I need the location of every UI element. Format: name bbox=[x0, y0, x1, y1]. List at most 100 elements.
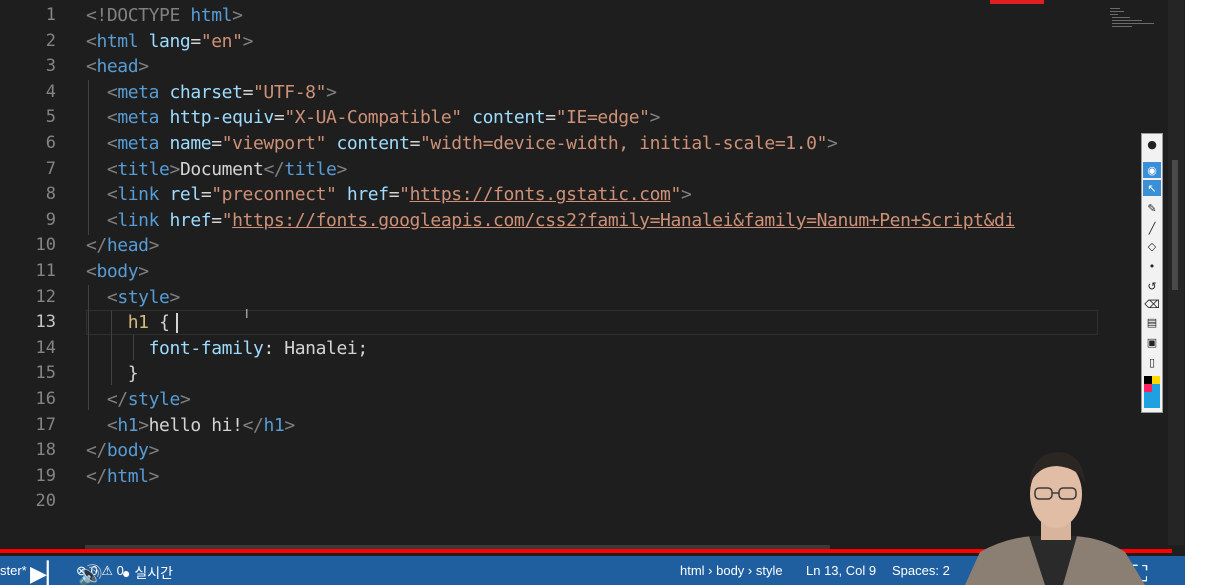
code-text: <title>Document</title> bbox=[86, 157, 347, 182]
color-swatch-blue[interactable] bbox=[1152, 384, 1160, 392]
code-token: > bbox=[169, 158, 181, 180]
code-token: > bbox=[242, 30, 254, 52]
code-line[interactable]: 11 <body> bbox=[0, 259, 1100, 284]
play-icon[interactable]: ▶▏ bbox=[30, 564, 64, 585]
code-text: <meta charset="UTF-8"> bbox=[86, 80, 337, 105]
trash-icon[interactable]: ⌫ bbox=[1143, 296, 1161, 312]
code-token: html bbox=[106, 465, 149, 487]
code-text: <h1>hello hi!</h1> bbox=[86, 413, 295, 438]
code-token: meta bbox=[117, 107, 160, 129]
code-text: </head> bbox=[86, 233, 159, 258]
code-line[interactable]: 17 <h1>hello hi!</h1> bbox=[0, 413, 1100, 438]
minimap-line bbox=[1112, 26, 1132, 27]
line-number: 14 bbox=[35, 337, 56, 358]
page-margin bbox=[1185, 0, 1215, 585]
code-line[interactable]: 2 <html lang="en"> bbox=[0, 29, 1100, 54]
code-token: < bbox=[86, 30, 97, 52]
code-text: <link href="https://fonts.googleapis.com… bbox=[86, 208, 1015, 233]
code-line[interactable]: 18 </body> bbox=[0, 438, 1100, 463]
code-token: } bbox=[86, 363, 139, 385]
minimap-line bbox=[1112, 23, 1154, 24]
code-token: = bbox=[190, 30, 201, 52]
minimap-line bbox=[1110, 8, 1120, 9]
scrollbar-thumb[interactable] bbox=[1172, 160, 1178, 290]
code-line[interactable]: 3 <head> bbox=[0, 54, 1100, 79]
code-token: href bbox=[336, 184, 389, 206]
code-line[interactable]: 9 <link href="https://fonts.googleapis.c… bbox=[0, 208, 1100, 233]
code-editor[interactable]: 1 <!DOCTYPE html> 2 <html lang="en"> 3 <head>… bbox=[0, 0, 1100, 545]
code-token: < bbox=[86, 261, 97, 282]
pointer-icon[interactable]: ↖ bbox=[1143, 180, 1161, 196]
code-token: = bbox=[242, 81, 254, 103]
code-token: href bbox=[159, 209, 212, 231]
code-token: content bbox=[326, 133, 410, 154]
eraser-icon[interactable]: ◇ bbox=[1143, 238, 1161, 254]
code-token: = bbox=[273, 107, 285, 129]
code-line[interactable]: 5 <meta http-equiv="X-UA-Compatible" con… bbox=[0, 105, 1100, 130]
code-token: < bbox=[86, 209, 118, 231]
breadcrumb[interactable]: html › body › style bbox=[680, 563, 783, 578]
code-token: hello hi! bbox=[148, 414, 243, 436]
code-token: : Hanalei; bbox=[263, 337, 368, 359]
code-token: " bbox=[221, 209, 233, 231]
code-line[interactable]: 16 </style> bbox=[0, 387, 1100, 412]
screenshot-icon[interactable]: ▣ bbox=[1143, 334, 1161, 350]
code-token: html bbox=[96, 30, 139, 52]
code-token: " bbox=[399, 184, 410, 206]
code-token: < bbox=[86, 107, 118, 129]
undo-icon[interactable]: ↺ bbox=[1143, 278, 1161, 294]
line-number: 12 bbox=[35, 286, 56, 307]
pen-tip-icon[interactable]: ● bbox=[1143, 136, 1161, 152]
code-line[interactable]: 13 h1 { bbox=[0, 310, 1100, 335]
code-line[interactable]: 4 <meta charset="UTF-8"> bbox=[0, 80, 1100, 105]
code-line[interactable]: 12 <style> bbox=[0, 285, 1100, 310]
code-token: > bbox=[649, 107, 661, 129]
code-token: < bbox=[86, 286, 118, 308]
dot-icon[interactable]: • bbox=[1143, 258, 1161, 274]
line-icon[interactable]: ╱ bbox=[1143, 220, 1161, 236]
code-token: = bbox=[200, 184, 212, 206]
code-token: > bbox=[138, 261, 149, 282]
eye-icon[interactable]: ◉ bbox=[1143, 162, 1161, 178]
code-line[interactable]: 20 bbox=[0, 489, 1100, 514]
code-token: link bbox=[117, 184, 160, 206]
code-line[interactable]: 10 </head> bbox=[0, 233, 1100, 258]
code-token: link bbox=[117, 209, 160, 231]
code-token: </ bbox=[86, 440, 107, 462]
live-badge[interactable]: ● 실시간 bbox=[122, 563, 173, 583]
code-text: <!DOCTYPE html> bbox=[86, 3, 243, 28]
color-swatch-cyan[interactable] bbox=[1144, 392, 1160, 408]
code-token: style bbox=[117, 286, 170, 308]
code-line[interactable]: 6 <meta name="viewport" content="width=d… bbox=[0, 131, 1100, 156]
code-token: title bbox=[284, 158, 337, 180]
color-swatch-yellow[interactable] bbox=[1152, 376, 1160, 384]
color-swatch-black[interactable] bbox=[1144, 376, 1152, 384]
volume-icon[interactable]: 🔊 bbox=[78, 564, 103, 585]
code-token: head bbox=[106, 235, 149, 257]
cursor-position[interactable]: Ln 13, Col 9 bbox=[806, 563, 876, 578]
code-token: > bbox=[148, 440, 160, 462]
indentation-setting[interactable]: Spaces: 2 bbox=[892, 563, 950, 578]
code-line[interactable]: 8 <link rel="preconnect" href="https://f… bbox=[0, 182, 1100, 207]
code-line[interactable]: 14 font-family: Hanalei; bbox=[0, 336, 1100, 361]
code-token: < bbox=[86, 414, 118, 436]
code-token: </ bbox=[242, 414, 264, 436]
code-token: https://fonts.googleapis.com/css2?family… bbox=[232, 209, 1015, 231]
print-icon[interactable]: ▤ bbox=[1143, 314, 1161, 330]
code-token: font-family bbox=[86, 337, 264, 359]
branch-label[interactable]: ster* bbox=[0, 563, 27, 578]
code-line[interactable]: 1 <!DOCTYPE html> bbox=[0, 3, 1100, 28]
color-swatch-red[interactable] bbox=[1144, 384, 1152, 392]
code-line[interactable]: 19 </html> bbox=[0, 464, 1100, 489]
code-token: > bbox=[138, 56, 149, 78]
highlighter-icon[interactable]: ✎ bbox=[1143, 200, 1161, 216]
annotation-toolbar[interactable]: ● ◉ ↖ ✎ ╱ ◇ • ↺ ⌫ ▤ ▣ ▯ bbox=[1141, 133, 1163, 413]
line-number: 15 bbox=[35, 363, 56, 384]
line-number: 20 bbox=[35, 491, 56, 512]
video-frame[interactable]: 1 <!DOCTYPE html> 2 <html lang="en"> 3 <head>… bbox=[0, 0, 1185, 585]
clipboard-icon[interactable]: ▯ bbox=[1143, 354, 1161, 370]
code-text: font-family: Hanalei; bbox=[86, 336, 369, 361]
code-line[interactable]: 15 } bbox=[0, 361, 1100, 386]
code-line[interactable]: 7 <title>Document</title> bbox=[0, 157, 1100, 182]
line-number: 13 bbox=[35, 312, 56, 333]
